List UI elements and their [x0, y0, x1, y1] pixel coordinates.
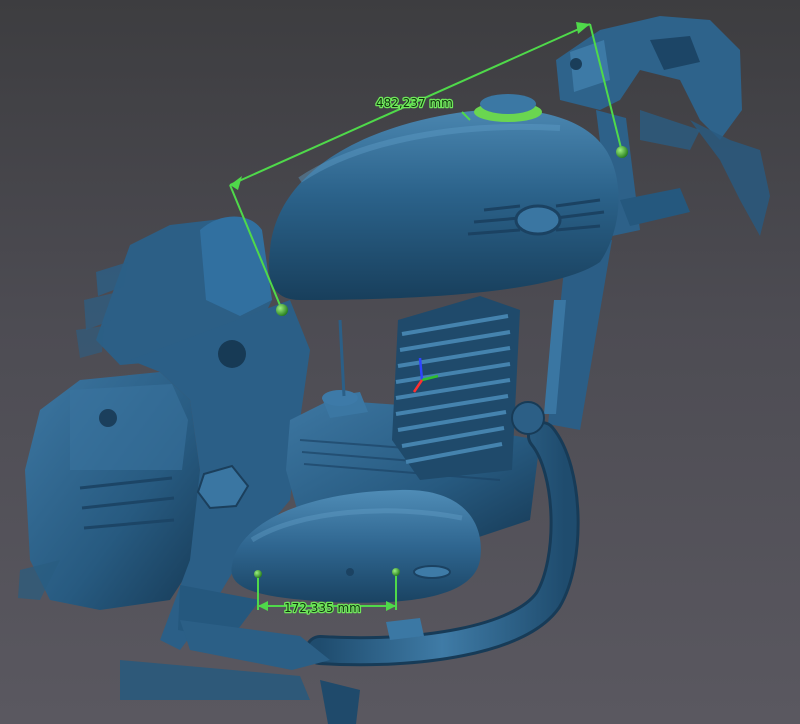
- measure-point-d[interactable]: [392, 568, 400, 576]
- seat: [200, 216, 272, 316]
- rear-side-panel: [18, 372, 200, 610]
- measure-point-a[interactable]: [276, 304, 288, 316]
- cylinder-fins: [392, 296, 520, 480]
- scene: 482,237 mm 172,335 mm: [18, 16, 770, 724]
- measure-point-b[interactable]: [616, 146, 628, 158]
- 3d-viewport[interactable]: 482,237 mm 172,335 mm: [0, 0, 800, 724]
- measurement-label-top: 482,237 mm: [376, 96, 453, 110]
- fuel-tank: [268, 94, 619, 301]
- measurement-label-bottom: 172,335 mm: [284, 601, 361, 615]
- measure-point-c[interactable]: [254, 570, 262, 578]
